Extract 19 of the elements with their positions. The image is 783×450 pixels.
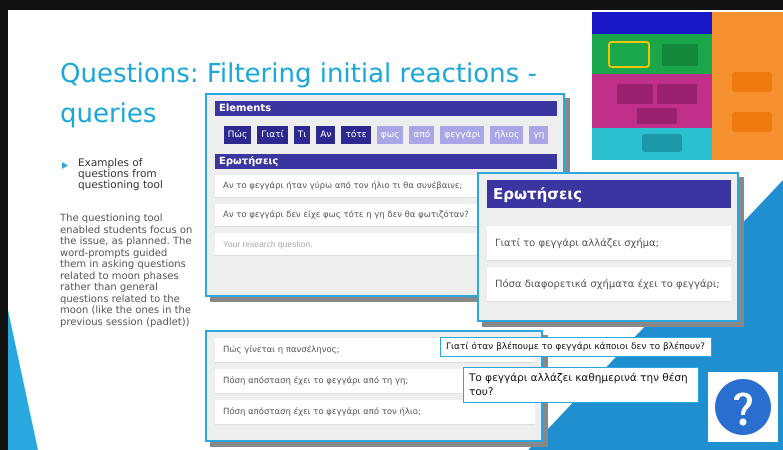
word-button[interactable]: Γιατί (257, 126, 288, 144)
bullet-icon (62, 162, 68, 169)
help-icon (714, 378, 772, 436)
slide-title: queries (60, 98, 156, 131)
word-button[interactable]: Αν (316, 126, 336, 144)
word-button[interactable]: Τι (294, 126, 310, 144)
panel-header: Elements (215, 101, 557, 116)
word-button[interactable]: Πώς (224, 126, 252, 144)
slide-title: Questions: Filtering initial reactions - (60, 58, 537, 91)
panel-header: Ερωτήσεις (487, 180, 731, 208)
question-row: Πόσα διαφορετικά σχήματα έχει το φεγγάρι; (487, 267, 731, 302)
body-text: The questioning tool enabled students focus on the issue, as planned. The word-prompts guided them in asking questions related to moon phases rather than general questions related to the moon (like the ones in the previous session (padlet)) (60, 213, 194, 328)
panel-header: Ερωτήσεις (215, 154, 557, 169)
question-callout: Το φεγγάρι αλλάζει καθημερινά την θέση του? (463, 367, 699, 404)
question-row: Γιατί το φεγγάρι αλλάζει σχήμα; (487, 226, 731, 261)
question-callout: Γιατί όταν βλέπουμε το φεγγάρι κάποιοι δεν το βλέπουν? (440, 337, 712, 358)
bullet-text: Examples of questions from questioning tool (78, 158, 164, 191)
word-button[interactable]: τότε (341, 126, 371, 144)
question-row: Πόση απόσταση έχει το φεγγάρι από τον ήλιο; (215, 400, 535, 425)
